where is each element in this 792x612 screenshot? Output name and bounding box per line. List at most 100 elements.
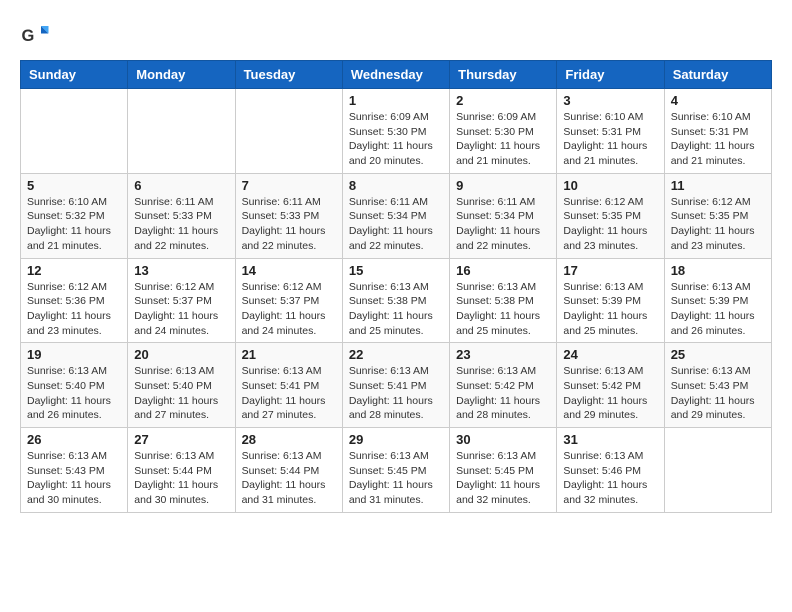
day-info: Sunrise: 6:09 AM Sunset: 5:30 PM Dayligh… <box>456 110 550 169</box>
day-info: Sunrise: 6:12 AM Sunset: 5:35 PM Dayligh… <box>671 195 765 254</box>
day-number: 24 <box>563 347 657 362</box>
day-info: Sunrise: 6:13 AM Sunset: 5:44 PM Dayligh… <box>242 449 336 508</box>
calendar-week-row: 12Sunrise: 6:12 AM Sunset: 5:36 PM Dayli… <box>21 258 772 343</box>
calendar-cell: 21 Sunrise: 6:13 AM Sunset: 5:41 PM Dayli… <box>235 343 342 428</box>
day-info: Sunrise: 6:12 AM Sunset: 5:35 PM Dayligh… <box>563 195 657 254</box>
calendar-cell: 18 Sunrise: 6:13 AM Sunset: 5:39 PM Dayli… <box>664 258 771 343</box>
calendar-cell: 29Sunrise: 6:13 AM Sunset: 5:45 PM Dayli… <box>342 428 449 513</box>
calendar-week-row: 26 Sunrise: 6:13 AM Sunset: 5:43 PM Dayli… <box>21 428 772 513</box>
calendar-cell: 23Sunrise: 6:13 AM Sunset: 5:42 PM Dayli… <box>450 343 557 428</box>
calendar-cell: 3Sunrise: 6:10 AM Sunset: 5:31 PM Daylig… <box>557 89 664 174</box>
svg-text:G: G <box>22 27 35 45</box>
weekday-header: Wednesday <box>342 61 449 89</box>
day-info: Sunrise: 6:13 AM Sunset: 5:40 PM Dayligh… <box>134 364 228 423</box>
day-info: Sunrise: 6:11 AM Sunset: 5:33 PM Dayligh… <box>134 195 228 254</box>
day-info: Sunrise: 6:13 AM Sunset: 5:42 PM Dayligh… <box>456 364 550 423</box>
day-number: 12 <box>27 263 121 278</box>
calendar-cell: 7 Sunrise: 6:11 AM Sunset: 5:33 PM Daylig… <box>235 173 342 258</box>
day-info: Sunrise: 6:09 AM Sunset: 5:30 PM Dayligh… <box>349 110 443 169</box>
page-header: G <box>20 20 772 50</box>
calendar-cell: 10 Sunrise: 6:12 AM Sunset: 5:35 PM Dayli… <box>557 173 664 258</box>
calendar-table: SundayMondayTuesdayWednesdayThursdayFrid… <box>20 60 772 513</box>
day-info: Sunrise: 6:12 AM Sunset: 5:37 PM Dayligh… <box>242 280 336 339</box>
weekday-header-row: SundayMondayTuesdayWednesdayThursdayFrid… <box>21 61 772 89</box>
day-number: 19 <box>27 347 121 362</box>
day-info: Sunrise: 6:13 AM Sunset: 5:38 PM Dayligh… <box>456 280 550 339</box>
day-info: Sunrise: 6:12 AM Sunset: 5:37 PM Dayligh… <box>134 280 228 339</box>
day-info: Sunrise: 6:13 AM Sunset: 5:39 PM Dayligh… <box>671 280 765 339</box>
weekday-header: Tuesday <box>235 61 342 89</box>
day-number: 17 <box>563 263 657 278</box>
day-number: 2 <box>456 93 550 108</box>
calendar-week-row: 5 Sunrise: 6:10 AM Sunset: 5:32 PM Daylig… <box>21 173 772 258</box>
calendar-cell <box>235 89 342 174</box>
calendar-cell: 15 Sunrise: 6:13 AM Sunset: 5:38 PM Dayli… <box>342 258 449 343</box>
calendar-cell: 8Sunrise: 6:11 AM Sunset: 5:34 PM Daylig… <box>342 173 449 258</box>
day-number: 31 <box>563 432 657 447</box>
calendar-cell: 12Sunrise: 6:12 AM Sunset: 5:36 PM Dayli… <box>21 258 128 343</box>
calendar-cell: 1 Sunrise: 6:09 AM Sunset: 5:30 PM Daylig… <box>342 89 449 174</box>
weekday-header: Monday <box>128 61 235 89</box>
day-info: Sunrise: 6:11 AM Sunset: 5:33 PM Dayligh… <box>242 195 336 254</box>
day-info: Sunrise: 6:13 AM Sunset: 5:45 PM Dayligh… <box>456 449 550 508</box>
day-number: 11 <box>671 178 765 193</box>
calendar-cell: 5 Sunrise: 6:10 AM Sunset: 5:32 PM Daylig… <box>21 173 128 258</box>
day-number: 27 <box>134 432 228 447</box>
day-info: Sunrise: 6:11 AM Sunset: 5:34 PM Dayligh… <box>456 195 550 254</box>
calendar-cell <box>664 428 771 513</box>
day-info: Sunrise: 6:13 AM Sunset: 5:46 PM Dayligh… <box>563 449 657 508</box>
day-info: Sunrise: 6:10 AM Sunset: 5:32 PM Dayligh… <box>27 195 121 254</box>
day-number: 6 <box>134 178 228 193</box>
day-info: Sunrise: 6:13 AM Sunset: 5:38 PM Dayligh… <box>349 280 443 339</box>
weekday-header: Thursday <box>450 61 557 89</box>
weekday-header: Sunday <box>21 61 128 89</box>
calendar-cell: 27 Sunrise: 6:13 AM Sunset: 5:44 PM Dayli… <box>128 428 235 513</box>
day-number: 10 <box>563 178 657 193</box>
day-number: 13 <box>134 263 228 278</box>
day-info: Sunrise: 6:13 AM Sunset: 5:45 PM Dayligh… <box>349 449 443 508</box>
calendar-cell: 9Sunrise: 6:11 AM Sunset: 5:34 PM Daylig… <box>450 173 557 258</box>
calendar-week-row: 19 Sunrise: 6:13 AM Sunset: 5:40 PM Dayli… <box>21 343 772 428</box>
day-number: 20 <box>134 347 228 362</box>
calendar-cell: 13 Sunrise: 6:12 AM Sunset: 5:37 PM Dayli… <box>128 258 235 343</box>
calendar-cell: 22 Sunrise: 6:13 AM Sunset: 5:41 PM Dayli… <box>342 343 449 428</box>
day-number: 1 <box>349 93 443 108</box>
day-number: 5 <box>27 178 121 193</box>
weekday-header: Saturday <box>664 61 771 89</box>
calendar-week-row: 1 Sunrise: 6:09 AM Sunset: 5:30 PM Daylig… <box>21 89 772 174</box>
calendar-cell <box>128 89 235 174</box>
day-number: 22 <box>349 347 443 362</box>
calendar-cell: 14 Sunrise: 6:12 AM Sunset: 5:37 PM Dayli… <box>235 258 342 343</box>
calendar-cell: 2 Sunrise: 6:09 AM Sunset: 5:30 PM Daylig… <box>450 89 557 174</box>
day-info: Sunrise: 6:11 AM Sunset: 5:34 PM Dayligh… <box>349 195 443 254</box>
logo-icon: G <box>20 20 50 50</box>
day-info: Sunrise: 6:13 AM Sunset: 5:43 PM Dayligh… <box>671 364 765 423</box>
calendar-cell: 25 Sunrise: 6:13 AM Sunset: 5:43 PM Dayli… <box>664 343 771 428</box>
day-number: 15 <box>349 263 443 278</box>
calendar-cell: 19 Sunrise: 6:13 AM Sunset: 5:40 PM Dayli… <box>21 343 128 428</box>
calendar-cell: 26 Sunrise: 6:13 AM Sunset: 5:43 PM Dayli… <box>21 428 128 513</box>
day-number: 4 <box>671 93 765 108</box>
day-number: 14 <box>242 263 336 278</box>
day-info: Sunrise: 6:13 AM Sunset: 5:40 PM Dayligh… <box>27 364 121 423</box>
day-number: 28 <box>242 432 336 447</box>
day-info: Sunrise: 6:13 AM Sunset: 5:42 PM Dayligh… <box>563 364 657 423</box>
day-info: Sunrise: 6:13 AM Sunset: 5:44 PM Dayligh… <box>134 449 228 508</box>
calendar-cell: 24 Sunrise: 6:13 AM Sunset: 5:42 PM Dayli… <box>557 343 664 428</box>
day-info: Sunrise: 6:13 AM Sunset: 5:41 PM Dayligh… <box>242 364 336 423</box>
day-number: 18 <box>671 263 765 278</box>
day-number: 25 <box>671 347 765 362</box>
calendar-cell: 16Sunrise: 6:13 AM Sunset: 5:38 PM Dayli… <box>450 258 557 343</box>
day-info: Sunrise: 6:10 AM Sunset: 5:31 PM Dayligh… <box>563 110 657 169</box>
day-number: 26 <box>27 432 121 447</box>
day-number: 7 <box>242 178 336 193</box>
day-info: Sunrise: 6:13 AM Sunset: 5:43 PM Dayligh… <box>27 449 121 508</box>
calendar-cell: 17 Sunrise: 6:13 AM Sunset: 5:39 PM Dayli… <box>557 258 664 343</box>
day-number: 21 <box>242 347 336 362</box>
calendar-cell: 4 Sunrise: 6:10 AM Sunset: 5:31 PM Daylig… <box>664 89 771 174</box>
day-info: Sunrise: 6:10 AM Sunset: 5:31 PM Dayligh… <box>671 110 765 169</box>
calendar-cell <box>21 89 128 174</box>
calendar-cell: 20 Sunrise: 6:13 AM Sunset: 5:40 PM Dayli… <box>128 343 235 428</box>
day-info: Sunrise: 6:13 AM Sunset: 5:39 PM Dayligh… <box>563 280 657 339</box>
day-info: Sunrise: 6:13 AM Sunset: 5:41 PM Dayligh… <box>349 364 443 423</box>
